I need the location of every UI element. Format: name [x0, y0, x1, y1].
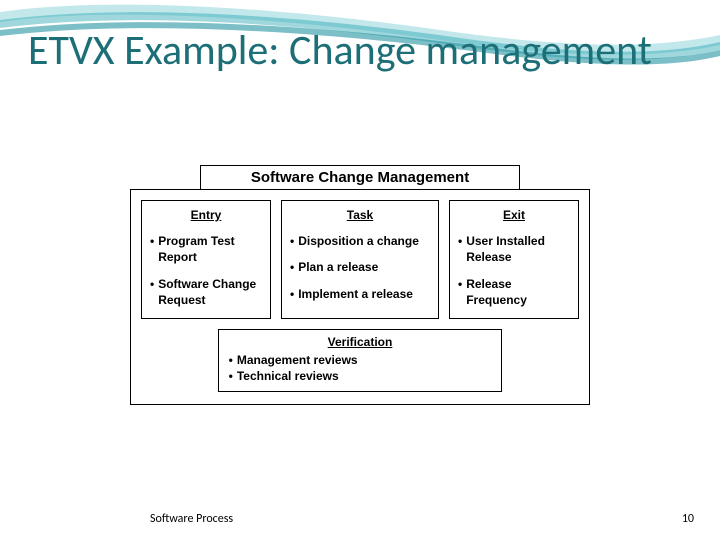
verification-item-text: Management reviews	[237, 352, 358, 368]
diagram-header: Software Change Management	[200, 165, 520, 190]
verification-box: Verification •Management reviews •Techni…	[218, 329, 503, 392]
entry-item-text: Program Test Report	[158, 233, 262, 265]
diagram-columns-row: Entry •Program Test Report •Software Cha…	[141, 200, 579, 319]
task-item-text: Plan a release	[298, 259, 378, 275]
diagram-body: Entry •Program Test Report •Software Cha…	[130, 189, 590, 405]
exit-item: •User Installed Release	[458, 233, 570, 265]
task-heading: Task	[290, 207, 430, 223]
task-column: Task •Disposition a change •Plan a relea…	[281, 200, 439, 319]
exit-item-text: Release Frequency	[466, 276, 570, 308]
entry-item-text: Software Change Request	[158, 276, 262, 308]
slide: ETVX Example: Change management Software…	[0, 0, 720, 540]
task-item: •Implement a release	[290, 286, 430, 302]
task-item: •Disposition a change	[290, 233, 430, 249]
verification-item: •Management reviews	[229, 352, 492, 368]
entry-item: •Program Test Report	[150, 233, 262, 265]
entry-column: Entry •Program Test Report •Software Cha…	[141, 200, 271, 319]
verification-item-text: Technical reviews	[237, 368, 339, 384]
exit-item: •Release Frequency	[458, 276, 570, 308]
entry-item: •Software Change Request	[150, 276, 262, 308]
exit-heading: Exit	[458, 207, 570, 223]
task-item-text: Implement a release	[298, 286, 413, 302]
entry-heading: Entry	[150, 207, 262, 223]
verification-item: •Technical reviews	[229, 368, 492, 384]
slide-title: ETVX Example: Change management	[28, 28, 680, 73]
verification-heading: Verification	[229, 334, 492, 350]
task-item-text: Disposition a change	[298, 233, 419, 249]
exit-item-text: User Installed Release	[466, 233, 570, 265]
footer-text: Software Process	[150, 512, 233, 526]
exit-column: Exit •User Installed Release •Release Fr…	[449, 200, 579, 319]
task-item: •Plan a release	[290, 259, 430, 275]
slide-number: 10	[682, 512, 694, 526]
etvx-diagram: Software Change Management Entry •Progra…	[130, 165, 590, 405]
